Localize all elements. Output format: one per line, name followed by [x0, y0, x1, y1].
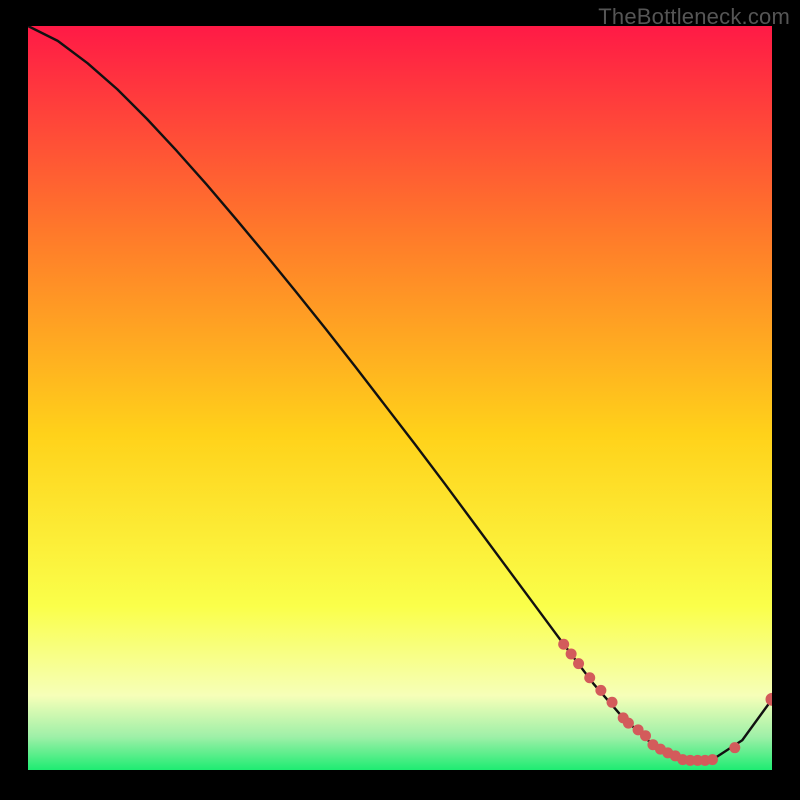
data-marker — [607, 697, 618, 708]
chart-svg — [28, 26, 772, 770]
data-marker — [640, 730, 651, 741]
data-marker — [573, 658, 584, 669]
data-marker — [566, 648, 577, 659]
plot-area — [28, 26, 772, 770]
gradient-background — [28, 26, 772, 770]
chart-canvas: TheBottleneck.com — [0, 0, 800, 800]
data-marker — [707, 754, 718, 765]
data-marker — [729, 742, 740, 753]
data-marker — [623, 718, 634, 729]
data-marker — [584, 672, 595, 683]
data-marker — [558, 639, 569, 650]
data-marker — [595, 685, 606, 696]
